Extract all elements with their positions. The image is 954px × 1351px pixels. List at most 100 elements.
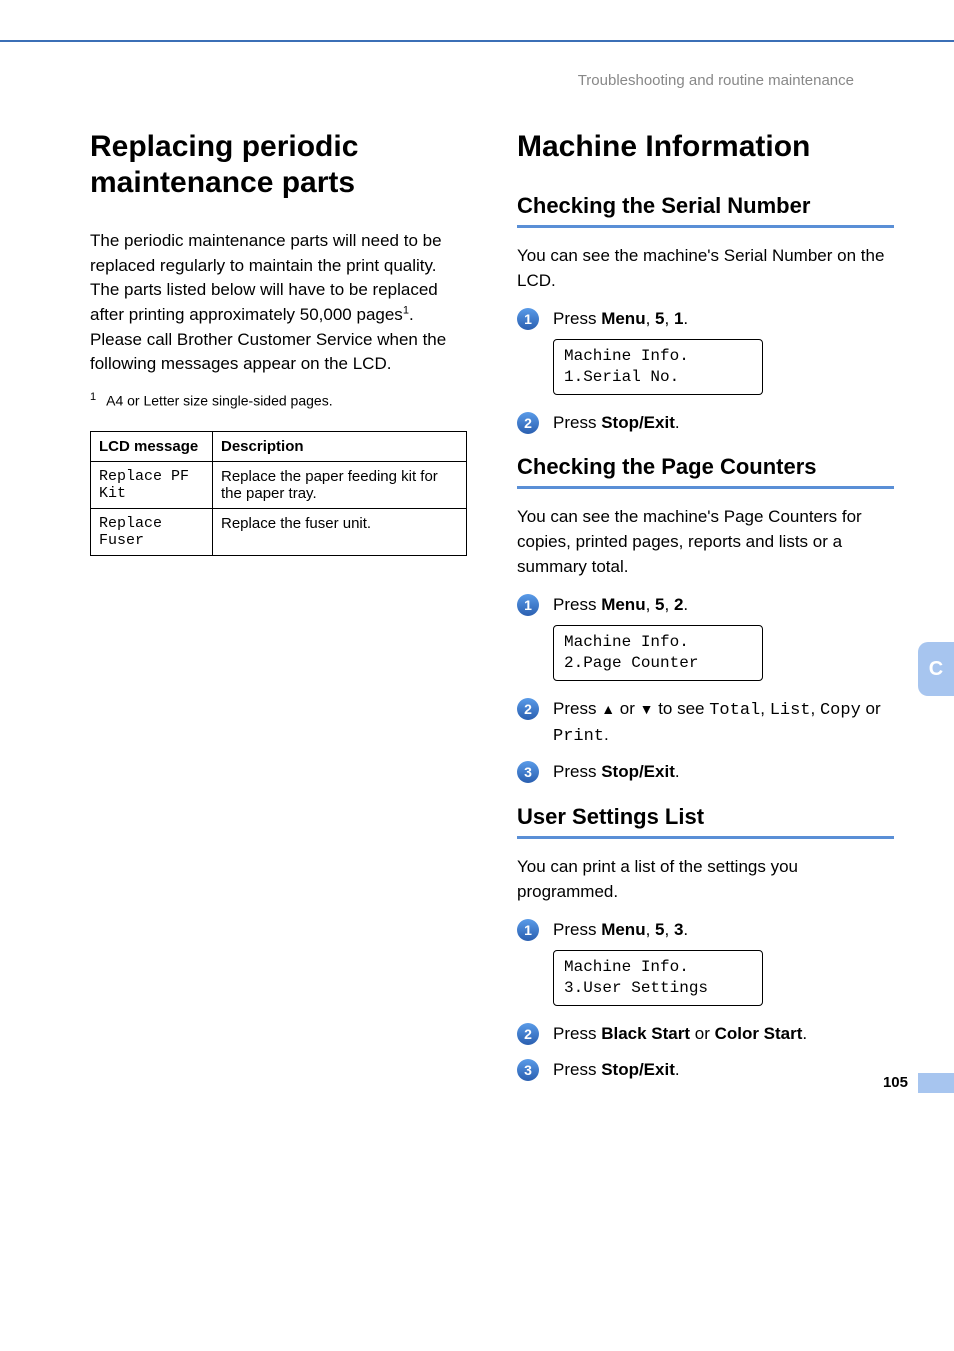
- txt: .: [675, 1060, 680, 1079]
- table-row: Replace PF Kit Replace the paper feeding…: [91, 461, 467, 508]
- txt: Press: [553, 1024, 601, 1043]
- txt: to see: [653, 699, 709, 718]
- step-badge-2: 2: [517, 1023, 539, 1045]
- txt: Press: [553, 309, 601, 328]
- txt: Press: [553, 595, 601, 614]
- txt: ,: [646, 595, 655, 614]
- txt: .: [675, 413, 680, 432]
- cell-lcd-msg-2: Replace Fuser: [91, 508, 213, 555]
- txt: ,: [646, 920, 655, 939]
- down-arrow-icon: ▼: [640, 701, 654, 717]
- txt: Press: [553, 413, 601, 432]
- step-badge-3: 3: [517, 761, 539, 783]
- step-1: 1 Press Menu, 5, 1. Machine Info. 1.Seri…: [517, 307, 894, 398]
- key-stop-exit: Stop/Exit: [601, 413, 675, 432]
- txt: ,: [646, 309, 655, 328]
- key-stop-exit: Stop/Exit: [601, 762, 675, 781]
- step-body: Press Menu, 5, 1. Machine Info. 1.Serial…: [553, 307, 894, 398]
- left-para-a: The periodic maintenance parts will need…: [90, 231, 442, 324]
- step-badge-1: 1: [517, 308, 539, 330]
- step-2: 2 Press Stop/Exit.: [517, 411, 894, 435]
- step-body: Press Black Start or Color Start.: [553, 1022, 894, 1046]
- key-black-start: Black Start: [601, 1024, 690, 1043]
- footnote: 1 A4 or Letter size single-sided pages.: [90, 391, 467, 409]
- txt: ,: [665, 595, 674, 614]
- txt: .: [802, 1024, 807, 1043]
- step-badge-3: 3: [517, 1059, 539, 1081]
- cell-desc-1: Replace the paper feeding kit for the pa…: [213, 461, 467, 508]
- opt-list: List: [770, 701, 811, 720]
- step-body: Press Menu, 5, 3. Machine Info. 3.User S…: [553, 918, 894, 1009]
- txt: .: [675, 762, 680, 781]
- counters-steps: 1 Press Menu, 5, 2. Machine Info. 2.Page…: [517, 593, 894, 784]
- lcd-display: Machine Info. 1.Serial No.: [553, 339, 763, 395]
- right-column: Machine Information Checking the Serial …: [517, 129, 894, 1093]
- up-arrow-icon: ▲: [601, 701, 615, 717]
- txt: .: [604, 725, 609, 744]
- left-paragraph: The periodic maintenance parts will need…: [90, 229, 467, 377]
- step-body: Press Stop/Exit.: [553, 1058, 894, 1082]
- txt: or: [615, 699, 640, 718]
- page-number: 105: [883, 1074, 908, 1091]
- step-body: Press ▲ or ▼ to see Total, List, Copy or…: [553, 697, 894, 749]
- step-body: Press Stop/Exit.: [553, 760, 894, 784]
- step-body: Press Menu, 5, 2. Machine Info. 2.Page C…: [553, 593, 894, 684]
- right-heading: Machine Information: [517, 129, 894, 165]
- footnote-text: A4 or Letter size single-sided pages.: [106, 393, 332, 409]
- txt: Press: [553, 920, 601, 939]
- lcd-message-table: LCD message Description Replace PF Kit R…: [90, 431, 467, 556]
- counters-intro: You can see the machine's Page Counters …: [517, 505, 894, 579]
- txt: ,: [665, 309, 674, 328]
- section-rule: [517, 225, 894, 228]
- txt: ,: [665, 920, 674, 939]
- section-rule: [517, 486, 894, 489]
- opt-copy: Copy: [820, 701, 861, 720]
- txt: Press: [553, 1060, 601, 1079]
- usersettings-intro: You can print a list of the settings you…: [517, 855, 894, 904]
- breadcrumb: Troubleshooting and routine maintenance: [90, 72, 894, 89]
- step-badge-2: 2: [517, 412, 539, 434]
- txt: ,: [811, 699, 820, 718]
- serial-steps: 1 Press Menu, 5, 1. Machine Info. 1.Seri…: [517, 307, 894, 434]
- txt: .: [683, 309, 688, 328]
- key-stop-exit: Stop/Exit: [601, 1060, 675, 1079]
- step-badge-2: 2: [517, 698, 539, 720]
- step-2: 2 Press ▲ or ▼ to see Total, List, Copy …: [517, 697, 894, 749]
- txt: ,: [760, 699, 769, 718]
- key-2: 2: [674, 595, 683, 614]
- txt: Press: [553, 699, 601, 718]
- lcd-display: Machine Info. 3.User Settings: [553, 950, 763, 1006]
- opt-print: Print: [553, 727, 604, 746]
- section-usersettings-title: User Settings List: [517, 804, 894, 830]
- step-body: Press Stop/Exit.: [553, 411, 894, 435]
- txt: Press: [553, 762, 601, 781]
- step-3: 3 Press Stop/Exit.: [517, 760, 894, 784]
- th-lcd-message: LCD message: [91, 431, 213, 461]
- opt-total: Total: [709, 701, 760, 720]
- table-header-row: LCD message Description: [91, 431, 467, 461]
- step-badge-1: 1: [517, 594, 539, 616]
- key-menu: Menu: [601, 920, 645, 939]
- th-description: Description: [213, 431, 467, 461]
- footnote-num: 1: [90, 391, 96, 403]
- txt: or: [861, 699, 881, 718]
- txt: .: [683, 595, 688, 614]
- key-color-start: Color Start: [715, 1024, 803, 1043]
- cell-lcd-msg-1: Replace PF Kit: [91, 461, 213, 508]
- usersettings-steps: 1 Press Menu, 5, 3. Machine Info. 3.User…: [517, 918, 894, 1081]
- left-column: Replacing periodic maintenance parts The…: [90, 129, 467, 1093]
- page-number-bar: [918, 1073, 954, 1093]
- key-5: 5: [655, 309, 664, 328]
- section-counters-title: Checking the Page Counters: [517, 454, 894, 480]
- key-1: 1: [674, 309, 683, 328]
- step-2: 2 Press Black Start or Color Start.: [517, 1022, 894, 1046]
- step-3: 3 Press Stop/Exit.: [517, 1058, 894, 1082]
- step-badge-1: 1: [517, 919, 539, 941]
- lcd-display: Machine Info. 2.Page Counter: [553, 625, 763, 681]
- txt: .: [683, 920, 688, 939]
- txt: or: [690, 1024, 715, 1043]
- step-1: 1 Press Menu, 5, 3. Machine Info. 3.User…: [517, 918, 894, 1009]
- table-row: Replace Fuser Replace the fuser unit.: [91, 508, 467, 555]
- step-1: 1 Press Menu, 5, 2. Machine Info. 2.Page…: [517, 593, 894, 684]
- key-menu: Menu: [601, 595, 645, 614]
